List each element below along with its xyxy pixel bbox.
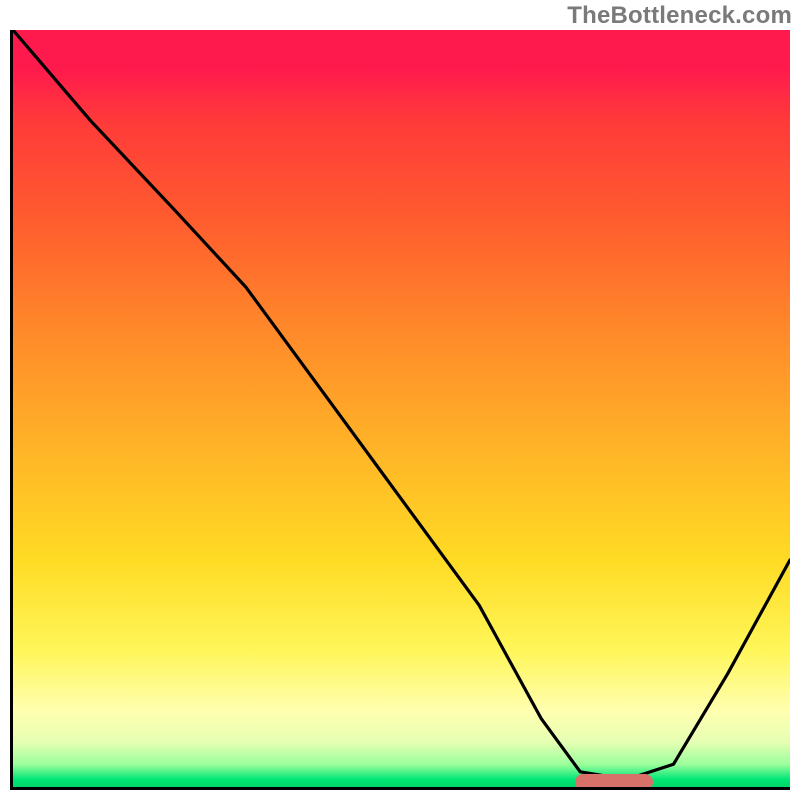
chart-plot-area <box>10 30 790 790</box>
bottleneck-curve-path <box>13 30 790 779</box>
optimal-range-marker <box>575 774 653 790</box>
chart-curve-svg <box>13 30 790 787</box>
watermark-text: TheBottleneck.com <box>567 2 792 30</box>
